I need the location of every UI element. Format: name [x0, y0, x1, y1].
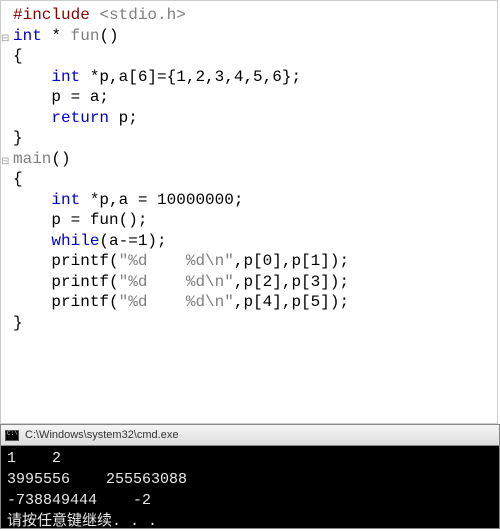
code-line[interactable]: ⊟int * fun()	[1, 26, 497, 47]
code-token: main	[13, 150, 51, 168]
code-line[interactable]: printf("%d %d\n",p[4],p[5]);	[1, 292, 497, 313]
code-token: printf(	[13, 273, 119, 291]
terminal-window: C:\Windows\system32\cmd.exe 1 2 3995556 …	[0, 424, 500, 529]
terminal-titlebar[interactable]: C:\Windows\system32\cmd.exe	[0, 424, 500, 446]
code-token: *p,a[6]={1,2,3,4,5,6};	[80, 68, 301, 86]
code-token: #include	[13, 6, 99, 24]
code-token: "%d %d\n"	[119, 273, 234, 291]
code-line[interactable]: {	[1, 46, 497, 67]
code-token: p = a;	[13, 88, 109, 106]
code-line[interactable]: #include <stdio.h>	[1, 5, 497, 26]
code-token	[13, 191, 51, 209]
terminal-body[interactable]: 1 2 3995556 255563088 -738849444 -2 请按任意…	[0, 446, 500, 529]
terminal-title-text: C:\Windows\system32\cmd.exe	[25, 429, 178, 441]
code-token: ,p[0],p[1]);	[234, 252, 349, 270]
code-line[interactable]: int *p,a[6]={1,2,3,4,5,6};	[1, 67, 497, 88]
code-token: p;	[109, 109, 138, 127]
code-token: ,p[4],p[5]);	[234, 293, 349, 311]
code-token: {	[13, 47, 23, 65]
code-line[interactable]: p = fun();	[1, 210, 497, 231]
code-line[interactable]: int *p,a = 10000000;	[1, 190, 497, 211]
code-line[interactable]: p = a;	[1, 87, 497, 108]
code-editor[interactable]: #include <stdio.h>⊟int * fun(){ int *p,a…	[0, 0, 498, 424]
code-line[interactable]: return p;	[1, 108, 497, 129]
code-token: *p,a = 10000000;	[80, 191, 243, 209]
code-token: }	[13, 314, 23, 332]
code-token	[13, 68, 51, 86]
code-token: }	[13, 129, 23, 147]
code-token	[13, 232, 51, 250]
code-token: ,p[2],p[3]);	[234, 273, 349, 291]
code-line[interactable]: printf("%d %d\n",p[2],p[3]);	[1, 272, 497, 293]
code-line[interactable]: }	[1, 128, 497, 149]
code-token: *	[42, 27, 71, 45]
code-token: "%d %d\n"	[119, 293, 234, 311]
code-token: p = fun();	[13, 211, 147, 229]
code-token: <stdio.h>	[99, 6, 185, 24]
code-token: while	[51, 232, 99, 250]
code-token: ()	[99, 27, 118, 45]
code-line[interactable]: while(a-=1);	[1, 231, 497, 252]
code-token: {	[13, 170, 23, 188]
code-token: (a-=1);	[99, 232, 166, 250]
code-line[interactable]: ⊟main()	[1, 149, 497, 170]
code-line[interactable]: }	[1, 313, 497, 334]
code-line[interactable]: {	[1, 169, 497, 190]
code-token: "%d %d\n"	[119, 252, 234, 270]
code-token: printf(	[13, 293, 119, 311]
code-token: fun	[71, 27, 100, 45]
code-line[interactable]: printf("%d %d\n",p[0],p[1]);	[1, 251, 497, 272]
code-token: int	[51, 191, 80, 209]
cmd-icon	[5, 430, 19, 441]
code-token: ()	[51, 150, 70, 168]
code-token: int	[51, 68, 80, 86]
code-token: return	[51, 109, 109, 127]
code-token: int	[13, 27, 42, 45]
code-token	[13, 109, 51, 127]
code-token: printf(	[13, 252, 119, 270]
